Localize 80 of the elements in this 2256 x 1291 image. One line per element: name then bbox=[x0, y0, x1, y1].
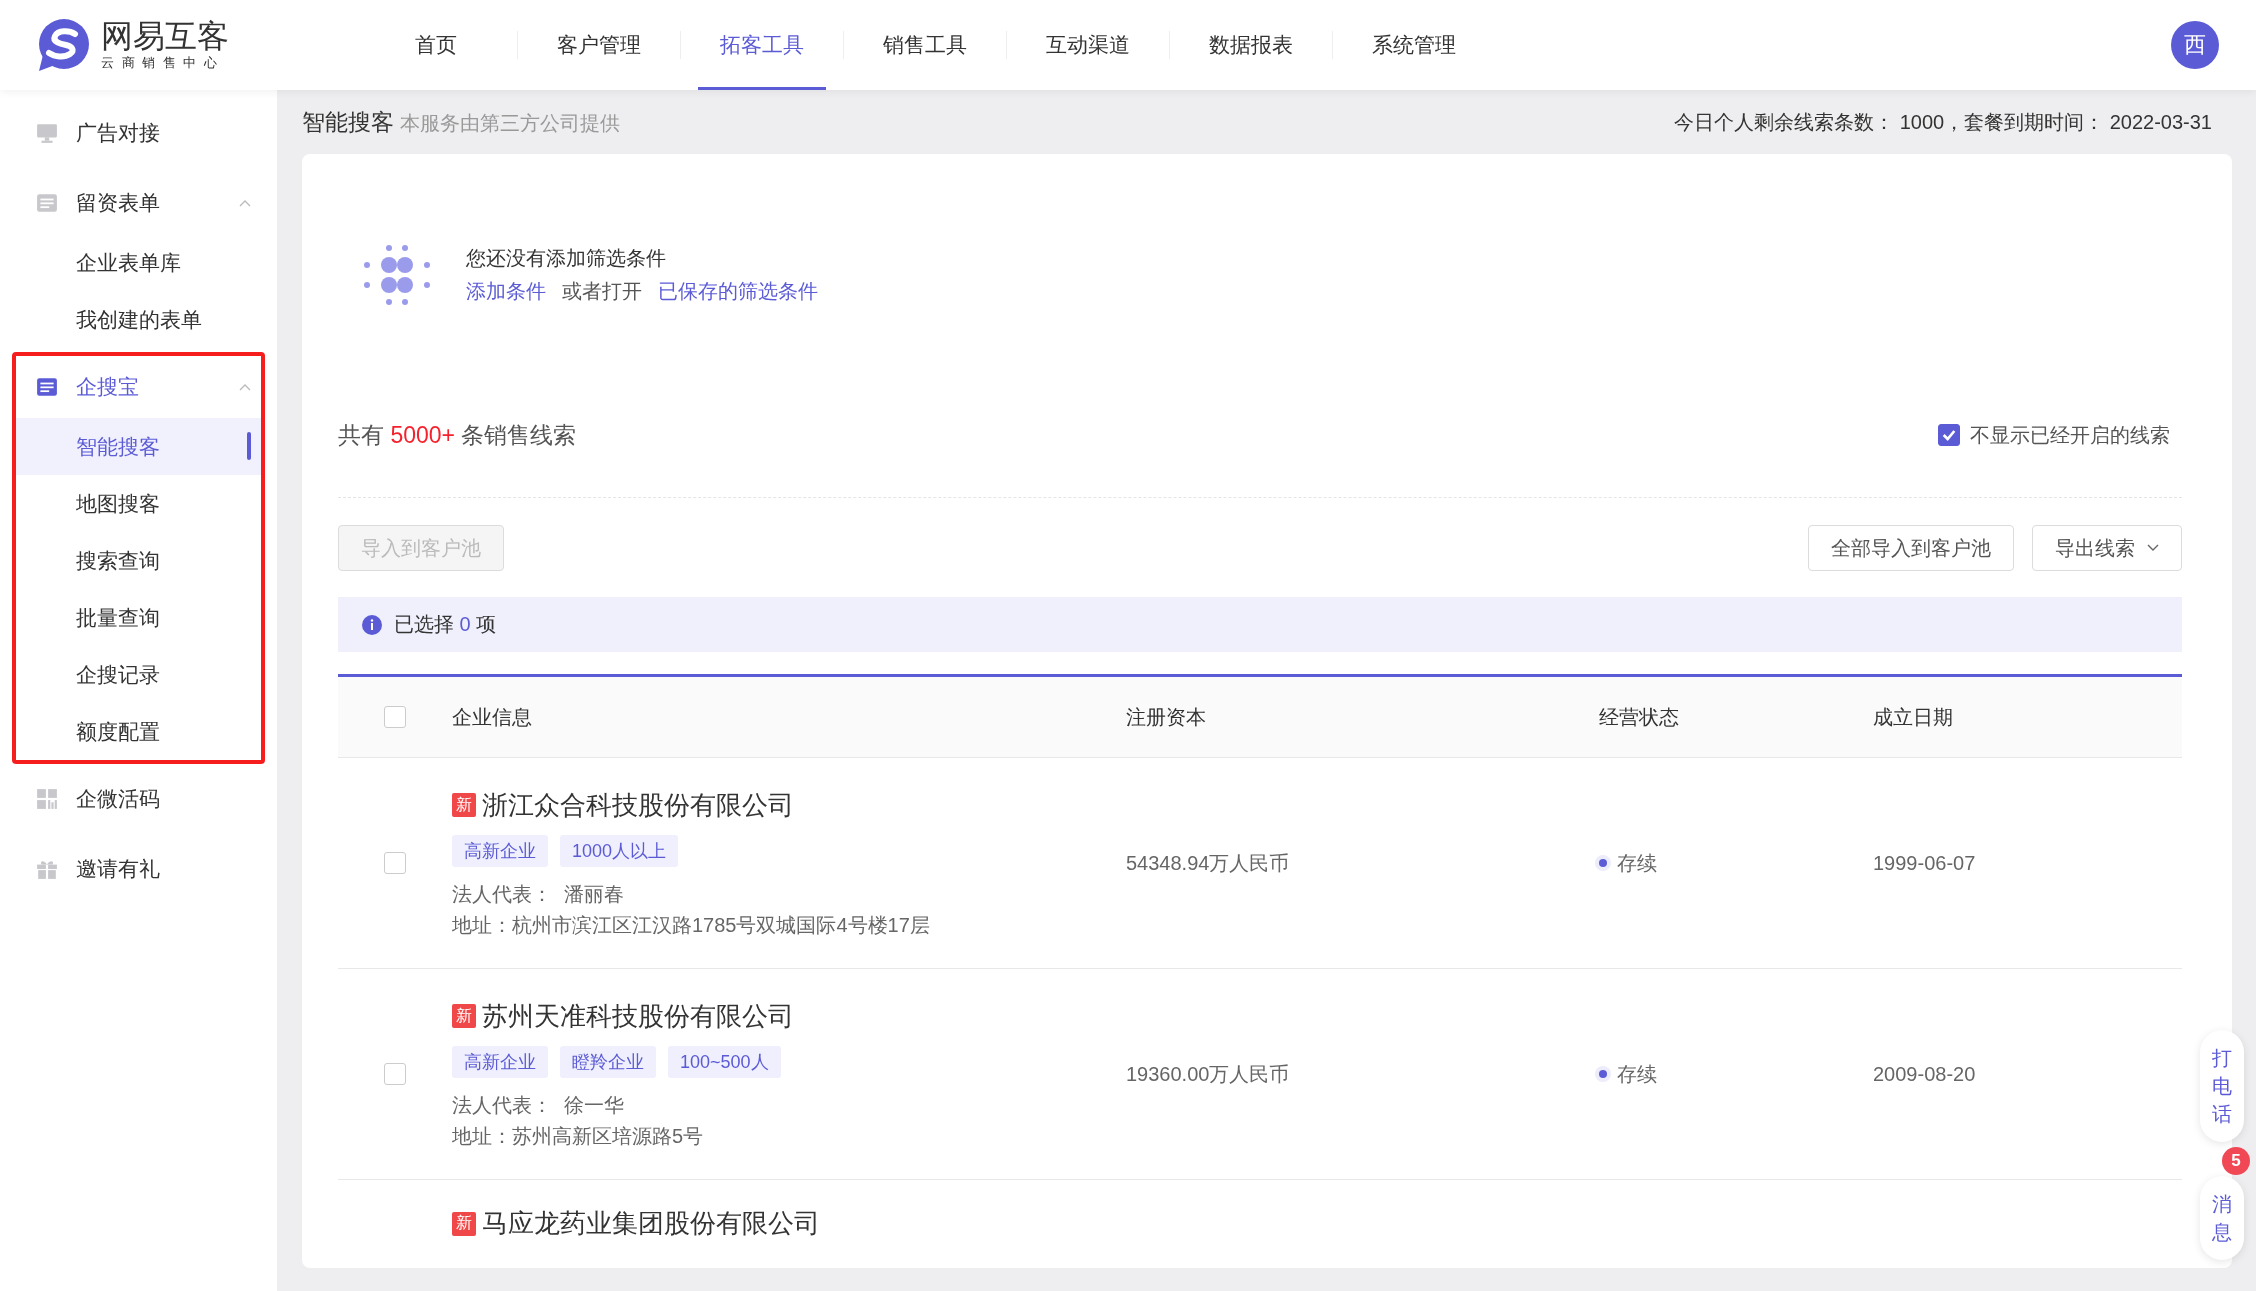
add-condition-link[interactable]: 添加条件 bbox=[466, 278, 546, 305]
brand-name: 网易互客 bbox=[101, 18, 229, 54]
saved-filters-link[interactable]: 已保存的筛选条件 bbox=[658, 278, 818, 305]
date-cell-text: 1999-06-07 bbox=[1873, 851, 1977, 875]
checkbox-label: 不显示已经开启的线索 bbox=[1970, 422, 2170, 448]
form-icon bbox=[36, 376, 58, 398]
sidebar-item[interactable]: 批量查询 bbox=[16, 589, 261, 646]
grid-icon bbox=[36, 788, 58, 810]
status-text: 存续 bbox=[1617, 1061, 1657, 1087]
select-all-checkbox[interactable] bbox=[384, 706, 406, 728]
selection-count-text: 已选择 0 项 bbox=[394, 612, 497, 637]
sidebar-item[interactable]: 地图搜客 bbox=[16, 475, 261, 532]
company-tag: 高新企业 bbox=[452, 1045, 548, 1078]
company-name[interactable]: 苏州天准科技股份有限公司 bbox=[482, 998, 794, 1034]
check-icon bbox=[1941, 427, 1957, 443]
new-badge: 新 bbox=[452, 793, 476, 817]
nav-tab[interactable]: 销售工具 bbox=[861, 0, 989, 90]
nav-tab[interactable]: 客户管理 bbox=[535, 0, 663, 90]
sidebar-group[interactable]: 留资表单 bbox=[16, 172, 261, 234]
sidebar-group[interactable]: 企微活码 bbox=[16, 768, 261, 830]
page-subtitle: 本服务由第三方公司提供 bbox=[400, 111, 620, 134]
sidebar-item[interactable]: 我创建的表单 bbox=[16, 291, 261, 348]
sidebar-group[interactable]: 邀请有礼 bbox=[16, 838, 261, 900]
company-name[interactable]: 浙江众合科技股份有限公司 bbox=[482, 787, 794, 823]
lead-count-text: 共有 5000+ 条销售线索 bbox=[338, 420, 577, 450]
new-badge: 新 bbox=[452, 1004, 476, 1028]
company-tag: 高新企业 bbox=[452, 834, 548, 867]
column-header: 经营状态 bbox=[1599, 704, 1680, 730]
export-dropdown[interactable]: 导出线索 bbox=[2032, 525, 2182, 571]
capital-cell-text: 54348.94万人民币 bbox=[1126, 850, 1291, 876]
nav-tab[interactable]: 系统管理 bbox=[1350, 0, 1478, 90]
legal-representative: 潘丽春 bbox=[564, 881, 624, 907]
sidebar-group[interactable]: 广告对接 bbox=[16, 102, 261, 164]
legal-representative: 徐一华 bbox=[564, 1092, 624, 1118]
or-text: 或者打开 bbox=[562, 279, 642, 304]
company-address: 地址：杭州市滨江区江汉路1785号双城国际4号楼17层 bbox=[452, 912, 931, 938]
column-header: 注册资本 bbox=[1126, 704, 1207, 730]
sidebar-item[interactable]: 企搜记录 bbox=[16, 646, 261, 703]
empty-filter-text: 您还没有添加筛选条件 bbox=[466, 246, 667, 271]
company-tag: 瞪羚企业 bbox=[560, 1045, 656, 1078]
company-address: 地址：苏州高新区培源路5号 bbox=[452, 1123, 705, 1149]
user-avatar[interactable]: 西 bbox=[2171, 21, 2219, 69]
import-button[interactable]: 全部导入到客户池 bbox=[1808, 525, 2014, 571]
row-checkbox[interactable] bbox=[384, 1063, 406, 1085]
company-name[interactable]: 马应龙药业集团股份有限公司 bbox=[482, 1206, 820, 1241]
new-badge: 新 bbox=[452, 1211, 476, 1236]
status-text: 存续 bbox=[1617, 850, 1657, 876]
brand-subtitle: 云 商 销 售 中 心 bbox=[101, 54, 221, 72]
sidebar-item[interactable]: 智能搜客 bbox=[16, 418, 261, 475]
status-dot bbox=[1599, 1070, 1607, 1078]
column-header: 成立日期 bbox=[1873, 704, 1954, 730]
row-checkbox[interactable] bbox=[384, 852, 406, 874]
company-tag: 1000人以上 bbox=[560, 834, 679, 867]
legal-label: 法人代表： bbox=[452, 1092, 552, 1118]
capital-cell-text: 19360.00万人民币 bbox=[1126, 1061, 1291, 1087]
count-badge: 5 bbox=[2222, 1147, 2250, 1175]
nav-tab[interactable]: 互动渠道 bbox=[1024, 0, 1152, 90]
quota-text: 今日个人剩余线索条数： 1000，套餐到期时间： 2022-03-31 bbox=[1674, 109, 2212, 135]
monitor-icon bbox=[36, 122, 58, 144]
info-icon bbox=[362, 614, 382, 635]
legal-label: 法人代表： bbox=[452, 881, 552, 907]
status-dot bbox=[1599, 859, 1607, 867]
gift-icon bbox=[36, 858, 58, 880]
caret-icon bbox=[2147, 544, 2159, 552]
column-header: 企业信息 bbox=[452, 704, 533, 730]
sidebar-item[interactable]: 额度配置 bbox=[16, 703, 261, 760]
nav-tab[interactable]: 首页 bbox=[372, 0, 500, 90]
page-title: 智能搜客 bbox=[302, 108, 394, 135]
float-button[interactable]: 消息 bbox=[2200, 1176, 2244, 1260]
float-button[interactable]: 打电话 bbox=[2200, 1030, 2244, 1142]
sidebar-item[interactable]: 企业表单库 bbox=[16, 234, 261, 291]
sidebar-group[interactable]: 企搜宝 bbox=[16, 356, 261, 418]
company-tag: 100~500人 bbox=[668, 1045, 781, 1078]
date-cell-text: 2009-08-20 bbox=[1873, 1062, 1977, 1086]
checkbox[interactable] bbox=[1938, 424, 1960, 446]
dots-icon bbox=[362, 243, 432, 307]
form-icon bbox=[36, 192, 58, 214]
nav-tab[interactable]: 数据报表 bbox=[1187, 0, 1315, 90]
sidebar-item[interactable]: 搜索查询 bbox=[16, 532, 261, 589]
nav-tab[interactable]: 拓客工具 bbox=[698, 0, 826, 90]
